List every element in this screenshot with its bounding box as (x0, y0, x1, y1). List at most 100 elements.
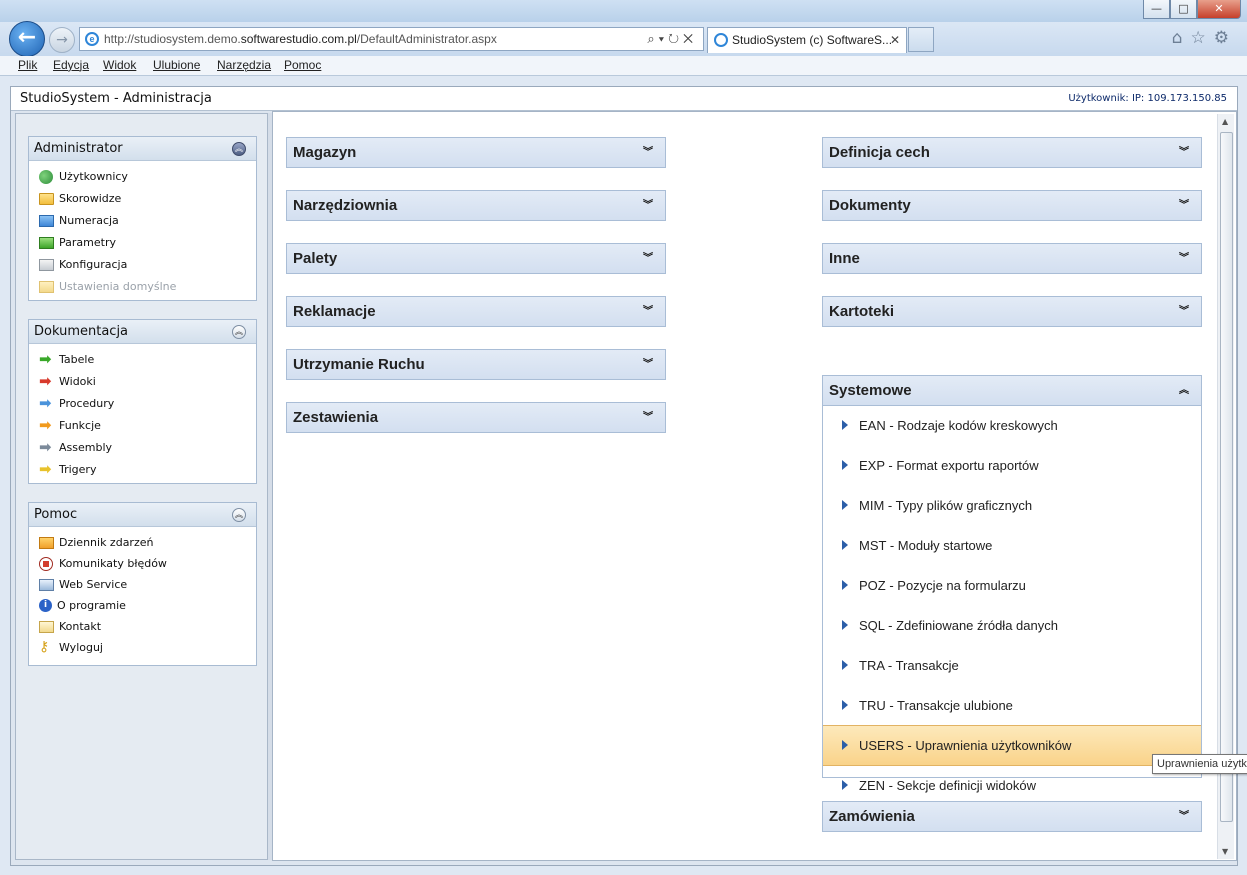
arrow-right-icon: ➡ (39, 394, 52, 412)
sidebar-item-funkcje[interactable]: ➡ Funkcje (29, 415, 256, 437)
close-window-button[interactable]: ✕ (1197, 0, 1241, 19)
section-narzedziownia[interactable]: Narzędziownia ︾ (286, 190, 666, 221)
sidebar-item-web-service[interactable]: Web Service (29, 574, 256, 595)
item-label: Numeracja (59, 214, 119, 227)
section-title: Kartoteki (829, 303, 895, 320)
section-zamowienia[interactable]: Zamówienia ︾ (822, 801, 1202, 832)
section-palety[interactable]: Palety ︾ (286, 243, 666, 274)
collapse-icon[interactable]: ︽ (232, 508, 246, 522)
panel-pomoc: Pomoc ︽ Dziennik zdarzeń Komunikaty błędó… (28, 502, 257, 666)
address-tools[interactable]: ⌕▾↻✕ (647, 28, 697, 50)
forward-button[interactable]: → (49, 27, 75, 53)
item-label: EAN - Rodzaje kodów kreskowych (859, 418, 1058, 433)
menu-pomoc[interactable]: Pomoc (284, 58, 321, 72)
collapse-icon[interactable]: ︽ (232, 142, 246, 156)
collapse-icon[interactable]: ︽ (232, 325, 246, 339)
expand-icon[interactable]: ︾ (643, 403, 653, 432)
panel-title: Administrator (34, 141, 123, 156)
item-label: Assembly (59, 441, 113, 454)
expand-icon[interactable]: ︾ (643, 297, 653, 326)
menu-narzedzia[interactable]: Narzędzia (217, 58, 271, 72)
browser-right-icons: ⌂☆⚙ (1172, 28, 1237, 48)
systemowe-item-exp[interactable]: EXP - Format exportu raportów (823, 446, 1201, 486)
maximize-button[interactable]: □ (1170, 0, 1197, 19)
systemowe-item-tra[interactable]: TRA - Transakcje (823, 646, 1201, 686)
scroll-up-icon[interactable]: ▲ (1222, 117, 1228, 126)
section-systemowe[interactable]: Systemowe ︽ (822, 375, 1202, 406)
sidebar-item-kontakt[interactable]: Kontakt (29, 616, 256, 637)
expand-icon[interactable]: ︾ (643, 138, 653, 167)
panel-header[interactable]: Pomoc ︽ (29, 503, 256, 527)
expand-icon[interactable]: ︾ (1179, 297, 1189, 326)
expand-icon[interactable]: ︾ (643, 244, 653, 273)
menu-edycja[interactable]: Edycja (53, 58, 89, 72)
menu-plik[interactable]: Plik (18, 58, 37, 72)
sidebar-item-konfiguracja[interactable]: Konfiguracja (29, 254, 256, 276)
sidebar-item-tabele[interactable]: ➡ Tabele (29, 349, 256, 371)
sidebar-item-trigery[interactable]: ➡ Trigery (29, 459, 256, 481)
triangle-right-icon (842, 740, 848, 750)
sidebar-item-procedury[interactable]: ➡ Procedury (29, 393, 256, 415)
section-title: Systemowe (829, 382, 912, 399)
minimize-button[interactable]: — (1143, 0, 1170, 19)
section-definicja-cech[interactable]: Definicja cech ︾ (822, 137, 1202, 168)
systemowe-item-tru[interactable]: TRU - Transakcje ulubione (823, 686, 1201, 726)
favorites-star-icon[interactable]: ☆ (1191, 28, 1214, 48)
menu-widok[interactable]: Widok (103, 58, 136, 72)
expand-icon[interactable]: ︾ (1179, 244, 1189, 273)
section-title: Zamówienia (829, 808, 915, 825)
arrow-right-icon: ➡ (39, 438, 52, 456)
sidebar: Administrator ︽ Użytkownicy Skorowidze Nu… (15, 113, 268, 860)
expand-icon[interactable]: ︾ (1179, 191, 1189, 220)
app-window: StudioSystem - Administracja Użytkownik:… (10, 86, 1238, 866)
sidebar-item-numeracja[interactable]: Numeracja (29, 210, 256, 232)
systemowe-item-ean[interactable]: EAN - Rodzaje kodów kreskowych (823, 406, 1201, 446)
systemowe-item-mst[interactable]: MST - Moduły startowe (823, 526, 1201, 566)
expand-icon[interactable]: ︾ (643, 191, 653, 220)
address-bar[interactable]: e http://studiosystem.demo.softwarestudio… (79, 27, 704, 51)
collapse-icon[interactable]: ︽ (1179, 376, 1189, 405)
menu-ulubione[interactable]: Ulubione (153, 58, 200, 72)
section-inne[interactable]: Inne ︾ (822, 243, 1202, 274)
home-icon[interactable]: ⌂ (1172, 28, 1191, 48)
expand-icon[interactable]: ︾ (1179, 802, 1189, 831)
sidebar-item-assembly[interactable]: ➡ Assembly (29, 437, 256, 459)
sidebar-item-widoki[interactable]: ➡ Widoki (29, 371, 256, 393)
panel-administrator: Administrator ︽ Użytkownicy Skorowidze Nu… (28, 136, 257, 301)
systemowe-item-users[interactable]: USERS - Uprawnienia użytkowników (823, 725, 1201, 766)
systemowe-item-sql[interactable]: SQL - Zdefiniowane źródła danych (823, 606, 1201, 646)
item-label: Kontakt (59, 620, 102, 633)
back-button[interactable]: ← (9, 21, 45, 57)
sidebar-item-uzytkownicy[interactable]: Użytkownicy (29, 166, 256, 188)
sidebar-item-dziennik-zdarzen[interactable]: Dziennik zdarzeń (29, 532, 256, 553)
scrollbar-thumb[interactable] (1220, 132, 1233, 822)
vertical-scrollbar[interactable]: ▲ ▼ (1217, 114, 1234, 859)
settings-gear-icon[interactable]: ⚙ (1214, 28, 1237, 48)
sidebar-item-komunikaty-bledow[interactable]: Komunikaty błędów (29, 553, 256, 574)
item-label: Ustawienia domyślne (59, 280, 177, 293)
section-utrzymanie-ruchu[interactable]: Utrzymanie Ruchu ︾ (286, 349, 666, 380)
item-label: SQL - Zdefiniowane źródła danych (859, 618, 1058, 633)
browser-tab[interactable]: StudioSystem (c) SoftwareS... ✕ (707, 27, 907, 53)
systemowe-item-poz[interactable]: POZ - Pozycje na formularzu (823, 566, 1201, 606)
tab-close-icon[interactable]: ✕ (890, 28, 900, 52)
expand-icon[interactable]: ︾ (1179, 138, 1189, 167)
panel-header[interactable]: Administrator ︽ (29, 137, 256, 161)
systemowe-item-zen[interactable]: ZEN - Sekcje definicji widoków (823, 766, 1201, 806)
sidebar-item-wyloguj[interactable]: ⚷ Wyloguj (29, 637, 256, 658)
sidebar-item-skorowidze[interactable]: Skorowidze (29, 188, 256, 210)
scroll-down-icon[interactable]: ▼ (1222, 847, 1228, 856)
arrow-right-icon: ➡ (39, 416, 52, 434)
sidebar-item-o-programie[interactable]: i O programie (29, 595, 256, 616)
systemowe-item-mim[interactable]: MIM - Typy plików graficznych (823, 486, 1201, 526)
expand-icon[interactable]: ︾ (643, 350, 653, 379)
section-dokumenty[interactable]: Dokumenty ︾ (822, 190, 1202, 221)
section-kartoteki[interactable]: Kartoteki ︾ (822, 296, 1202, 327)
sidebar-item-parametry[interactable]: Parametry (29, 232, 256, 254)
section-reklamacje[interactable]: Reklamacje ︾ (286, 296, 666, 327)
section-magazyn[interactable]: Magazyn ︾ (286, 137, 666, 168)
new-tab-button[interactable] (908, 27, 934, 52)
panel-header[interactable]: Dokumentacja ︽ (29, 320, 256, 344)
section-title: Palety (293, 250, 338, 267)
section-zestawienia[interactable]: Zestawienia ︾ (286, 402, 666, 433)
